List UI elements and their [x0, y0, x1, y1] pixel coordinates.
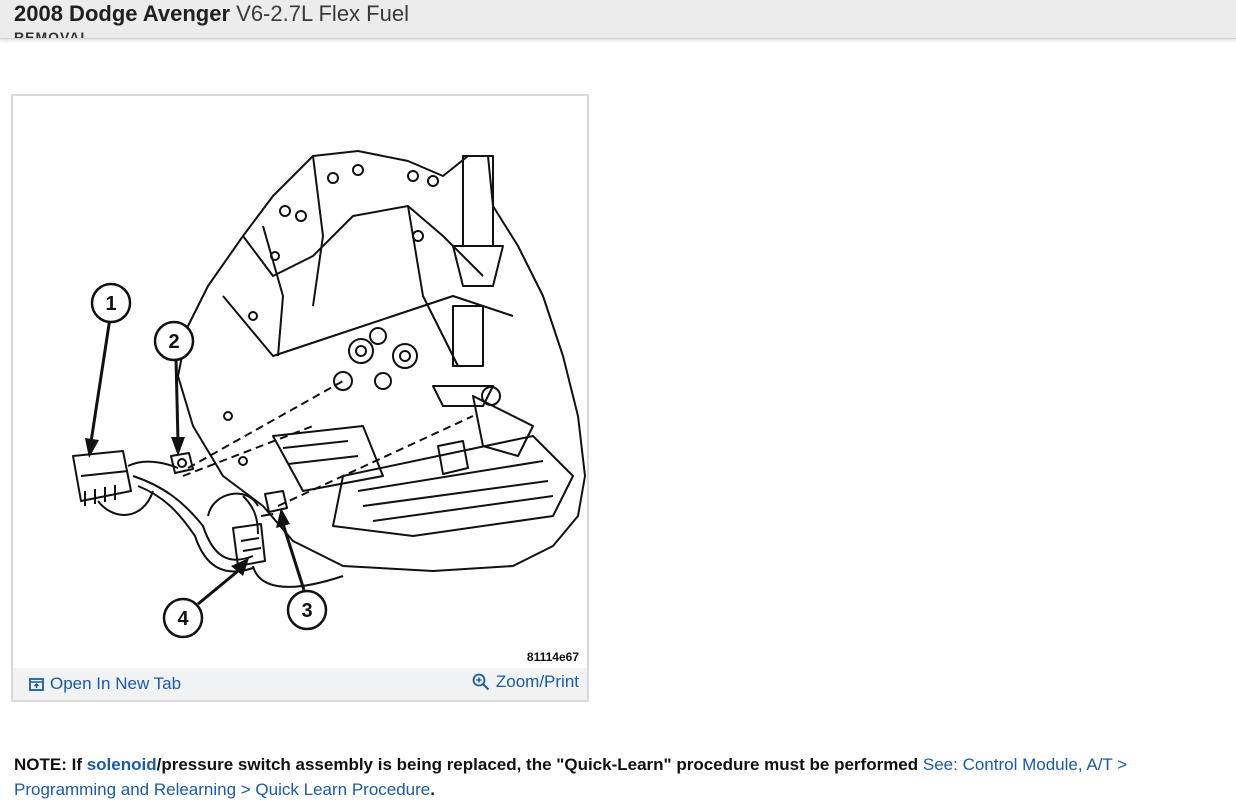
page-title: 2008 Dodge Avenger V6-2.7L Flex Fuel — [14, 1, 409, 27]
figure-toolbar: Open In New Tab Zoom/Print — [13, 668, 587, 700]
callout-label: 2 — [168, 331, 179, 353]
callout-label: 3 — [301, 600, 312, 622]
open-in-new-tab-button[interactable]: Open In New Tab — [29, 674, 181, 694]
section-heading-partial: REMOVAL — [14, 29, 90, 39]
open-in-new-tab-label: Open In New Tab — [50, 674, 182, 693]
solenoid-link[interactable]: solenoid — [87, 755, 157, 774]
note-paragraph: NOTE: If solenoid/pressure switch assemb… — [14, 752, 1219, 802]
callout-label: 1 — [105, 293, 116, 315]
figure-card: 1 2 3 4 81114e67 Open In New Tab Zoom/Pr… — [11, 94, 589, 702]
zoom-print-label: Zoom/Print — [495, 672, 579, 691]
page-header: 2008 Dodge Avenger V6-2.7L Flex Fuel REM… — [0, 0, 1236, 39]
open-in-new-tab-icon — [29, 677, 44, 691]
vehicle-name: 2008 Dodge Avenger — [14, 1, 231, 26]
note-prefix: NOTE: If — [14, 755, 87, 774]
note-body: /pressure switch assembly is being repla… — [156, 755, 919, 774]
engine-spec: V6-2.7L Flex Fuel — [236, 1, 409, 26]
callout-label: 4 — [177, 608, 189, 630]
transmission-illustration: 1 2 3 4 — [72, 150, 586, 639]
figure-id: 81114e67 — [526, 650, 579, 664]
zoom-in-icon — [472, 673, 490, 691]
zoom-print-button[interactable]: Zoom/Print — [472, 672, 579, 692]
note-suffix: . — [430, 780, 435, 799]
